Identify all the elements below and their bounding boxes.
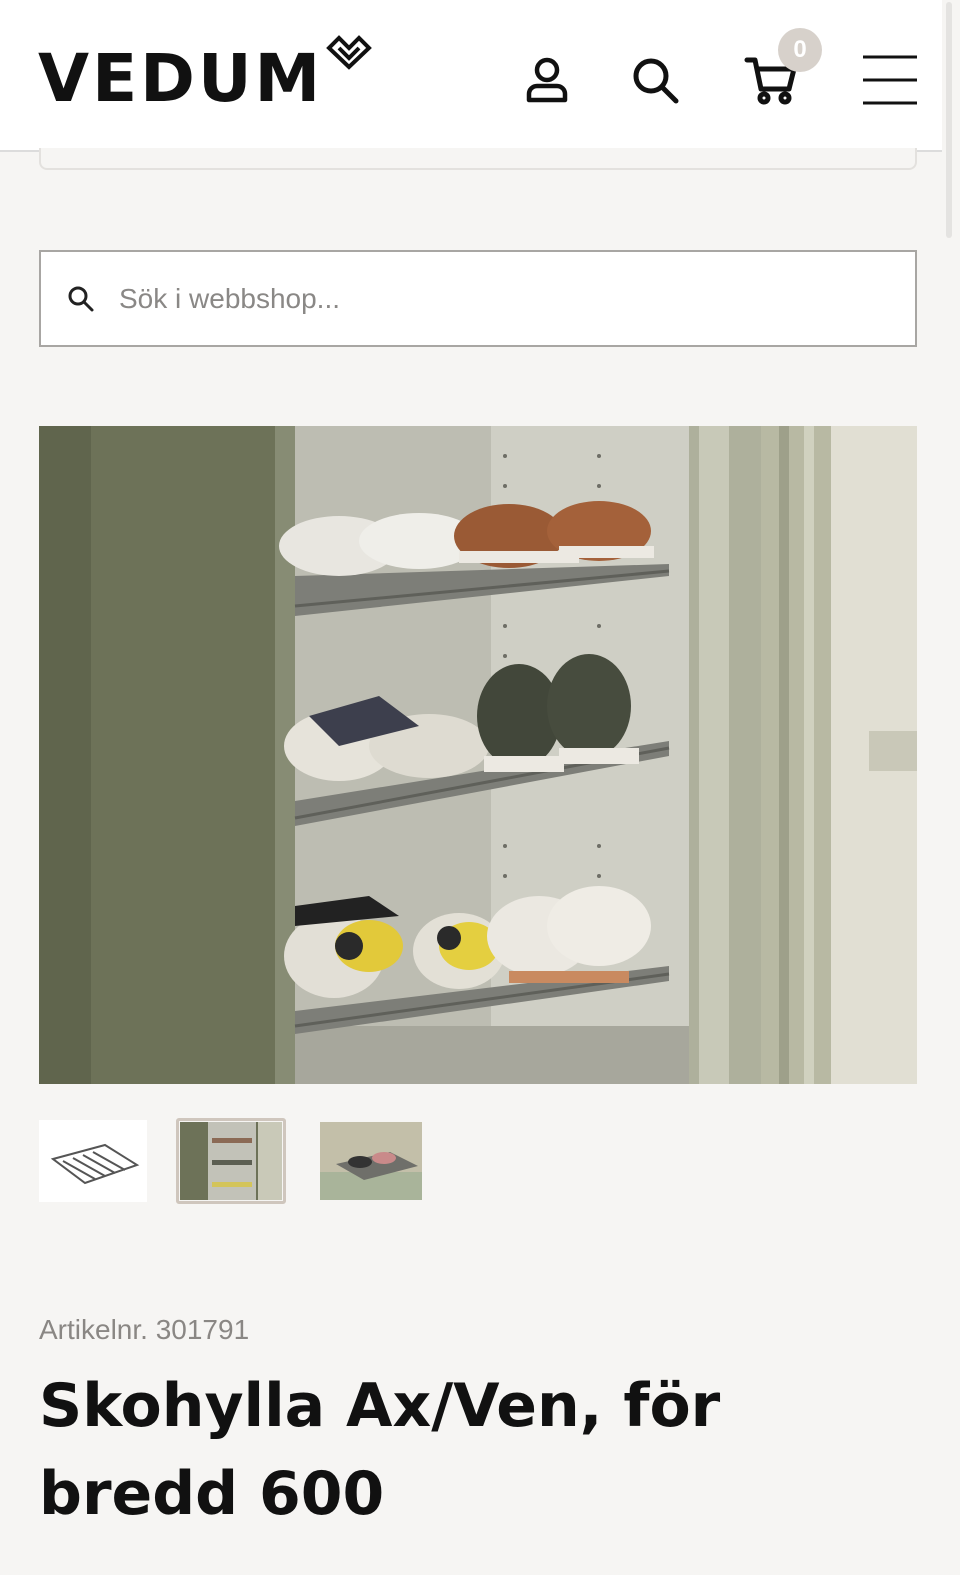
collapsed-panel-edge [39,148,917,170]
thumbnail-closet-shoes[interactable] [176,1118,286,1204]
vedum-logo[interactable]: VEDUM [38,35,373,117]
search-icon[interactable] [627,52,683,108]
webshop-search[interactable] [39,250,917,347]
logo-text: VEDUM [38,40,324,117]
scrollbar-thumb[interactable] [946,2,952,238]
thumbnail-shelf-product[interactable] [39,1120,147,1202]
article-number: Artikelnr. 301791 [39,1314,250,1345]
product-main-image[interactable] [39,426,917,1084]
search-input[interactable] [117,281,881,316]
product-title: Skohylla Ax/Ven, för bredd 600 [39,1371,721,1529]
account-icon[interactable] [519,52,575,108]
logo-heart-icon [326,35,373,70]
thumbnail-shelf-in-drawer[interactable] [316,1118,426,1204]
cart-count-badge: 0 [778,28,822,72]
menu-icon[interactable] [862,52,918,108]
search-field-icon [68,286,94,311]
site-header: VEDUM 0 [0,0,942,152]
page-scrollbar[interactable] [942,0,960,1575]
